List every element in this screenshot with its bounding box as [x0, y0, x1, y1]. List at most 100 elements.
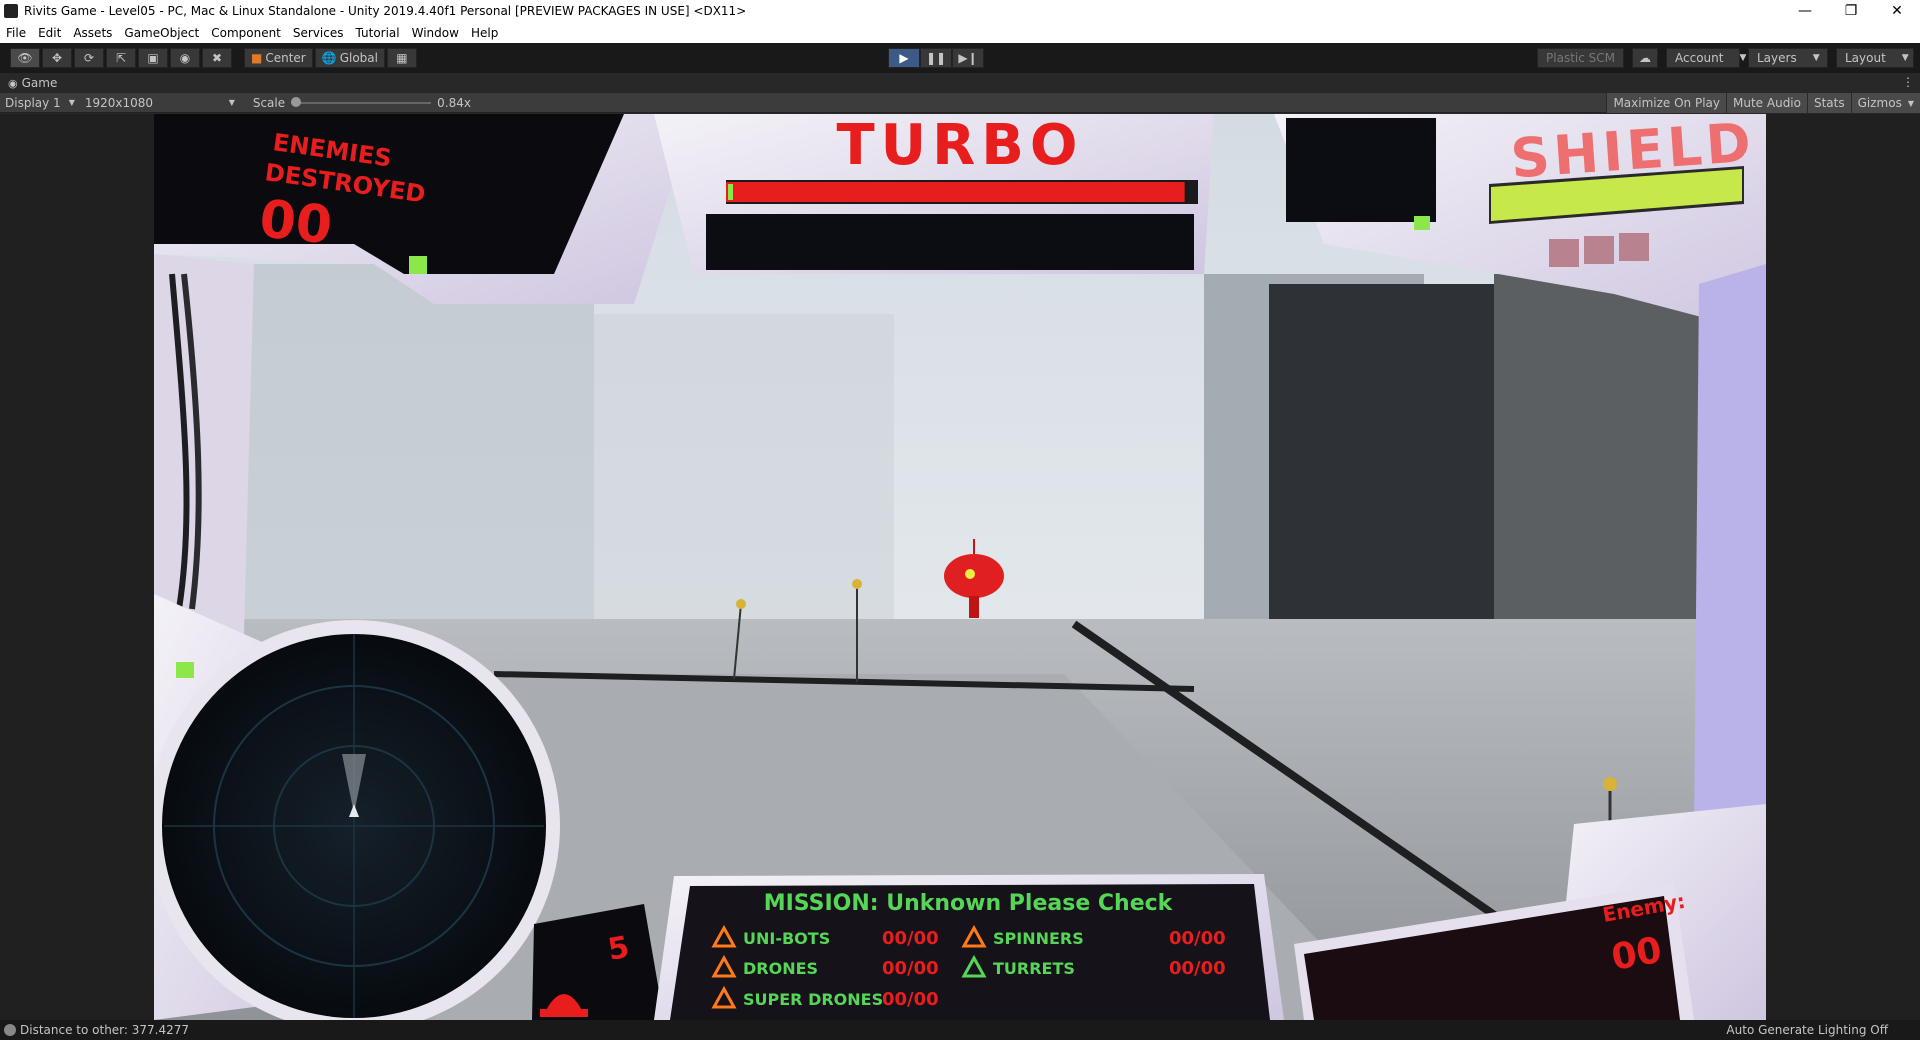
info-icon: [4, 1024, 16, 1036]
window-title-bar: Rivits Game - Level05 - PC, Mac & Linux …: [0, 0, 1920, 22]
layers-dropdown[interactable]: Layers ▼: [1748, 48, 1828, 68]
objective-name: DRONES: [743, 959, 818, 978]
mission-title: MISSION: Unknown Please Check: [764, 891, 1174, 916]
enemy-count: 00: [1608, 930, 1664, 979]
turbo-bar-marker: [728, 184, 733, 200]
play-controls: ▶ ❚❚ ▶❙: [888, 48, 984, 68]
space-global-button[interactable]: 🌐 Global: [314, 48, 385, 68]
space-global-label: Global: [339, 51, 378, 65]
objective-count: 00/00: [882, 958, 939, 979]
rect-tool-icon[interactable]: ▣: [138, 48, 168, 68]
close-button[interactable]: ✕: [1874, 0, 1920, 22]
rotate-tool-icon[interactable]: ⟳: [74, 48, 104, 68]
chevron-down-icon: ▼: [68, 98, 75, 107]
view-tool-eye-icon[interactable]: 👁: [10, 48, 40, 68]
objective-name: UNI-BOTS: [743, 929, 830, 948]
menu-services[interactable]: Services: [287, 26, 350, 40]
gizmos-label: Gizmos: [1857, 96, 1902, 110]
display-label: Display 1: [5, 95, 61, 110]
menu-edit[interactable]: Edit: [32, 26, 67, 40]
resolution-label: 1920x1080: [84, 95, 154, 110]
menu-tutorial[interactable]: Tutorial: [350, 26, 406, 40]
layout-label: Layout: [1845, 51, 1886, 65]
lives-panel: [532, 904, 664, 1020]
main-toolbar: 👁 ✥ ⟳ ⇱ ▣ ◉ ✖ ■ Center 🌐 Global ▦ ▶ ❚❚ ▶…: [0, 43, 1920, 73]
pivot-icon: ■: [251, 51, 263, 65]
viewport-letterbox-left: [0, 114, 154, 1020]
scale-label: Scale: [252, 95, 286, 110]
objective-name: SUPER DRONES: [743, 990, 883, 1009]
more-options-icon[interactable]: ⋮: [1902, 75, 1914, 89]
status-message: Distance to other: 377.4277: [4, 1023, 189, 1037]
plastic-label: Plastic SCM: [1546, 51, 1615, 65]
objective-count: 00/00: [1169, 958, 1226, 979]
scale-slider-thumb[interactable]: [291, 96, 302, 107]
maximize-on-play-toggle[interactable]: Maximize On Play: [1606, 93, 1727, 113]
globe-icon: 🌐: [321, 51, 337, 65]
resolution-dropdown[interactable]: 1920x1080 ▼: [80, 96, 240, 110]
menu-file[interactable]: File: [0, 26, 32, 40]
chevron-down-icon: ▼: [1812, 53, 1820, 63]
custom-tool-icon[interactable]: ✖: [202, 48, 232, 68]
gamepad-icon: ◉: [8, 76, 18, 90]
cloud-icon[interactable]: ☁: [1632, 48, 1658, 68]
step-button[interactable]: ▶❙: [952, 48, 984, 68]
status-left-text: Distance to other: 377.4277: [20, 1023, 190, 1037]
layout-dropdown[interactable]: Layout ▼: [1836, 48, 1914, 68]
radar-minimap: [154, 620, 560, 1020]
right-toolbar: Plastic SCM ☁ Account ▼ Layers ▼ Layout …: [1529, 48, 1914, 68]
maximize-label: Maximize On Play: [1613, 96, 1721, 110]
objective-name: SPINNERS: [993, 929, 1084, 948]
menu-component[interactable]: Component: [205, 26, 287, 40]
status-bar: Distance to other: 377.4277 Auto Generat…: [0, 1020, 1920, 1040]
play-button[interactable]: ▶: [888, 48, 920, 68]
objective-name: TURRETS: [993, 959, 1075, 978]
pivot-center-label: Center: [265, 51, 306, 65]
move-tool-icon[interactable]: ✥: [42, 48, 72, 68]
chevron-down-icon: ▼: [1907, 98, 1914, 108]
restore-button[interactable]: ❐: [1828, 0, 1874, 22]
chevron-down-icon: ▼: [228, 98, 235, 107]
menu-assets[interactable]: Assets: [67, 26, 118, 40]
account-dropdown[interactable]: Account ▼: [1666, 48, 1746, 68]
status-right-text: Auto Generate Lighting Off: [1726, 1023, 1888, 1037]
mute-label: Mute Audio: [1733, 96, 1801, 110]
editor-tab-bar: ◉ Game ⋮: [0, 73, 1920, 93]
plastic-scm-button[interactable]: Plastic SCM: [1537, 48, 1624, 68]
game-view-options: Maximize On Play Mute Audio Stats Gizmos…: [1606, 93, 1920, 113]
stats-label: Stats: [1813, 96, 1845, 110]
turbo-label: TURBO: [836, 114, 1083, 178]
objective-row: UNI-BOTS 00/00: [711, 924, 939, 949]
game-scene: ENEMIES DESTROYED 00 TURBO SHIELD 5 MISS…: [154, 114, 1766, 1020]
minimize-button[interactable]: —: [1782, 0, 1828, 22]
chevron-down-icon: ▼: [1739, 53, 1747, 63]
unity-app-icon: [4, 4, 18, 18]
gizmos-dropdown[interactable]: Gizmos ▼: [1850, 93, 1920, 113]
grid-snap-icon[interactable]: ▦: [386, 48, 417, 68]
transform-tool-icon[interactable]: ◉: [170, 48, 200, 68]
mute-audio-toggle[interactable]: Mute Audio: [1726, 93, 1807, 113]
objective-count: 00/00: [882, 928, 939, 949]
tab-game[interactable]: ◉ Game: [0, 76, 57, 90]
scale-tool-icon[interactable]: ⇱: [106, 48, 136, 68]
menu-bar: File Edit Assets GameObject Component Se…: [0, 22, 1920, 43]
menu-gameobject[interactable]: GameObject: [118, 26, 205, 40]
pivot-center-button[interactable]: ■ Center: [244, 48, 313, 68]
stats-toggle[interactable]: Stats: [1806, 93, 1851, 113]
viewport-letterbox-right: [1766, 114, 1920, 1020]
pause-button[interactable]: ❚❚: [920, 48, 952, 68]
window-title: Rivits Game - Level05 - PC, Mac & Linux …: [24, 4, 747, 18]
objective-count: 00/00: [1169, 928, 1226, 949]
display-dropdown[interactable]: Display 1 ▼: [0, 96, 80, 110]
turbo-bar-fill: [726, 182, 1185, 202]
layers-label: Layers: [1757, 51, 1797, 65]
game-viewport[interactable]: ENEMIES DESTROYED 00 TURBO SHIELD 5 MISS…: [154, 114, 1766, 1020]
menu-window[interactable]: Window: [406, 26, 465, 40]
scale-control: Scale 0.84x: [248, 96, 476, 110]
account-label: Account: [1675, 51, 1724, 65]
objective-count: 00/00: [882, 989, 939, 1010]
menu-help[interactable]: Help: [465, 26, 504, 40]
scale-slider[interactable]: [291, 96, 432, 107]
tab-game-label: Game: [21, 76, 58, 90]
objective-row: SUPER DRONES 00/00: [711, 985, 939, 1010]
